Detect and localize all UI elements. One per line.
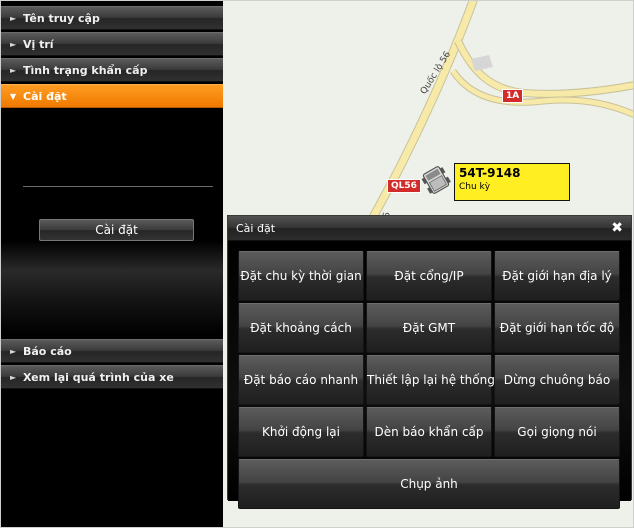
vehicle-label[interactable]: 54T-9148 Chu kỳ bbox=[454, 163, 570, 201]
caret-right-icon: ► bbox=[10, 373, 17, 382]
app-frame: ► Tên truy cập ► Vị trí ► Tình trạng khẩ… bbox=[0, 0, 634, 528]
sidebar-item-label: Vị trí bbox=[23, 38, 54, 51]
set-distance-button[interactable]: Đặt khoảng cách bbox=[238, 303, 364, 353]
reset-system-button[interactable]: Thiết lập lại hệ thống bbox=[366, 355, 495, 405]
set-quick-report-button[interactable]: Đặt báo cáo nhanh bbox=[238, 355, 364, 405]
emergency-light-button[interactable]: Dèn báo khẩn cấp bbox=[366, 407, 492, 457]
caret-right-icon: ► bbox=[10, 66, 17, 75]
sidebar: ► Tên truy cập ► Vị trí ► Tình trạng khẩ… bbox=[1, 1, 223, 527]
sidebar-item-label: Tình trạng khẩn cấp bbox=[23, 64, 148, 77]
settings-dialog: Cài đặt ✖ Đặt chu kỳ thời gian Đặt cổng/… bbox=[227, 215, 632, 509]
sidebar-item-label: Cài đặt bbox=[23, 90, 67, 103]
caret-right-icon: ► bbox=[10, 40, 17, 49]
set-gmt-button[interactable]: Đặt GMT bbox=[366, 303, 492, 353]
dialog-titlebar[interactable]: Cài đặt ✖ bbox=[228, 216, 631, 241]
sidebar-item-location[interactable]: ► Vị trí bbox=[1, 32, 223, 56]
settings-button[interactable]: Cài đặt bbox=[39, 219, 194, 241]
sidebar-item-history[interactable]: ► Xem lại quá trình của xe bbox=[1, 365, 223, 389]
stop-alarm-button[interactable]: Dừng chuông báo bbox=[494, 355, 620, 405]
sidebar-item-label: Báo cáo bbox=[23, 345, 72, 358]
vehicle-status: Chu kỳ bbox=[459, 182, 491, 192]
sidebar-item-reports[interactable]: ► Báo cáo bbox=[1, 339, 223, 363]
close-icon[interactable]: ✖ bbox=[611, 221, 623, 235]
dialog-body: Đặt chu kỳ thời gian Đặt cổng/IP Đặt giớ… bbox=[228, 241, 631, 509]
route-badge-ql56: QL56 bbox=[387, 179, 421, 193]
take-photo-button[interactable]: Chụp ảnh bbox=[238, 459, 620, 509]
settings-panel: Cài đặt bbox=[1, 120, 223, 335]
sidebar-bottom-headers: ► Báo cáo ► Xem lại quá trình của xe bbox=[1, 339, 223, 391]
caret-down-icon: ▼ bbox=[10, 92, 17, 101]
sidebar-item-settings[interactable]: ▼ Cài đặt bbox=[1, 84, 223, 108]
voice-call-button[interactable]: Gọi giọng nói bbox=[494, 407, 620, 457]
vehicle-icon[interactable] bbox=[419, 163, 453, 197]
set-time-interval-button[interactable]: Đặt chu kỳ thời gian bbox=[238, 251, 364, 301]
route-badge-1a: 1A bbox=[502, 89, 524, 103]
restart-button[interactable]: Khởi động lại bbox=[238, 407, 364, 457]
sidebar-item-emergency[interactable]: ► Tình trạng khẩn cấp bbox=[1, 58, 223, 82]
sidebar-item-label: Tên truy cập bbox=[23, 12, 100, 25]
vehicle-plate: 54T-9148 bbox=[459, 166, 521, 180]
caret-right-icon: ► bbox=[10, 14, 17, 23]
sidebar-item-label: Xem lại quá trình của xe bbox=[23, 371, 174, 384]
sidebar-top-headers: ► Tên truy cập ► Vị trí ► Tình trạng khẩ… bbox=[1, 6, 223, 110]
set-geofence-button[interactable]: Đặt giới hạn địa lý bbox=[494, 251, 620, 301]
dialog-title: Cài đặt bbox=[236, 222, 276, 235]
sidebar-item-username[interactable]: ► Tên truy cập bbox=[1, 6, 223, 30]
caret-right-icon: ► bbox=[10, 347, 17, 356]
divider bbox=[23, 186, 213, 187]
set-port-ip-button[interactable]: Đặt cổng/IP bbox=[366, 251, 492, 301]
set-speed-limit-button[interactable]: Đặt giới hạn tốc độ bbox=[494, 303, 620, 353]
